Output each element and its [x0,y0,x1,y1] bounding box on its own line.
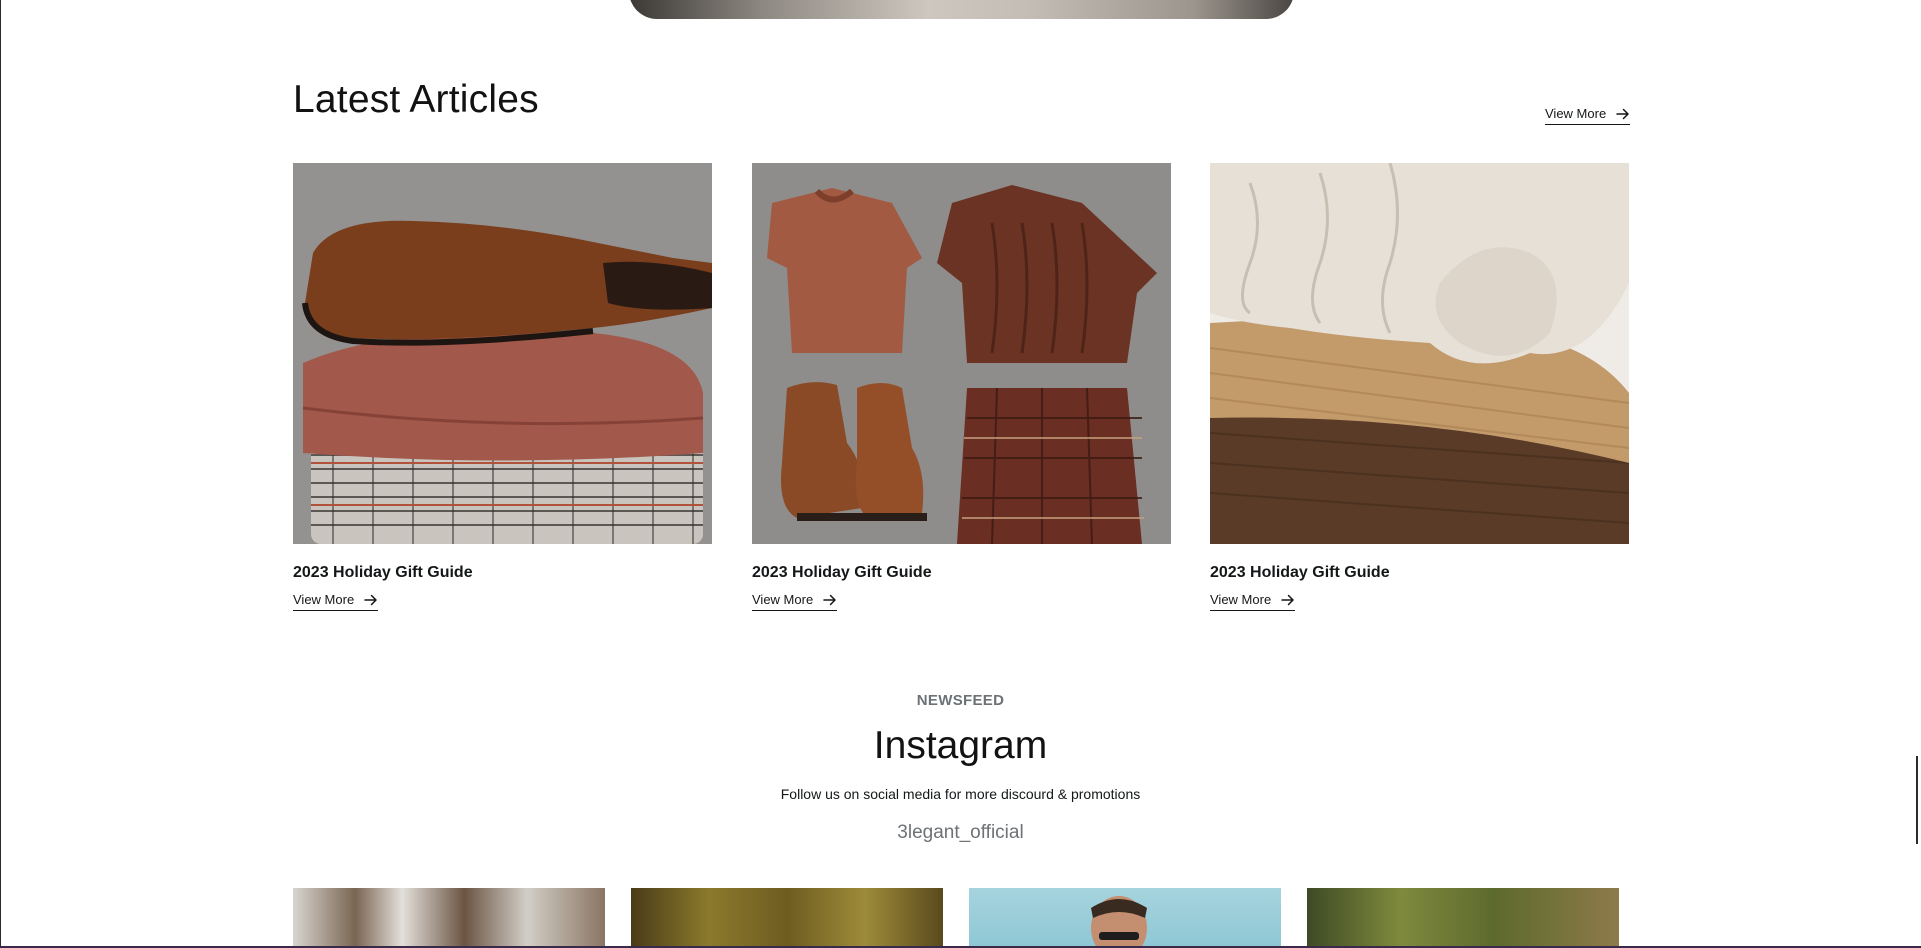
article-view-more-label: View More [293,592,355,607]
article-image[interactable] [1210,163,1629,544]
instagram-handle-link[interactable]: 3legant_official [0,822,1921,844]
article-view-more-link[interactable]: View More [752,592,838,611]
article-view-more-label: View More [1210,592,1272,607]
instagram-subtitle: Follow us on social media for more disco… [780,786,1141,802]
instagram-post[interactable] [631,888,943,948]
article-view-more-link[interactable]: View More [1210,592,1296,611]
latest-articles-title: Latest Articles [293,78,539,121]
article-image[interactable] [293,163,712,544]
article-title[interactable]: 2023 Holiday Gift Guide [752,564,1171,582]
article-card[interactable]: 2023 Holiday Gift Guide View More [293,163,712,611]
page-scrollbar[interactable] [1916,756,1918,844]
article-title[interactable]: 2023 Holiday Gift Guide [293,564,712,582]
article-image[interactable] [752,163,1171,544]
article-view-more-label: View More [752,592,814,607]
arrow-right-icon [1281,594,1294,605]
article-card[interactable]: 2023 Holiday Gift Guide View More [752,163,1171,611]
instagram-post[interactable] [969,888,1281,948]
arrow-right-icon [823,594,836,605]
window-left-border [0,0,1,948]
arrow-right-icon [1616,108,1629,119]
arrow-right-icon [364,594,377,605]
article-title[interactable]: 2023 Holiday Gift Guide [1210,564,1629,582]
hero-image [629,0,1294,19]
newsfeed-eyebrow: NEWSFEED [916,692,1005,709]
instagram-post[interactable] [1307,888,1619,948]
instagram-post[interactable] [293,888,605,948]
view-more-label: View More [1545,106,1607,121]
article-view-more-link[interactable]: View More [293,592,379,611]
view-more-articles-link[interactable]: View More [1545,106,1631,125]
article-card[interactable]: 2023 Holiday Gift Guide View More [1210,163,1629,611]
instagram-title: Instagram [873,724,1048,767]
